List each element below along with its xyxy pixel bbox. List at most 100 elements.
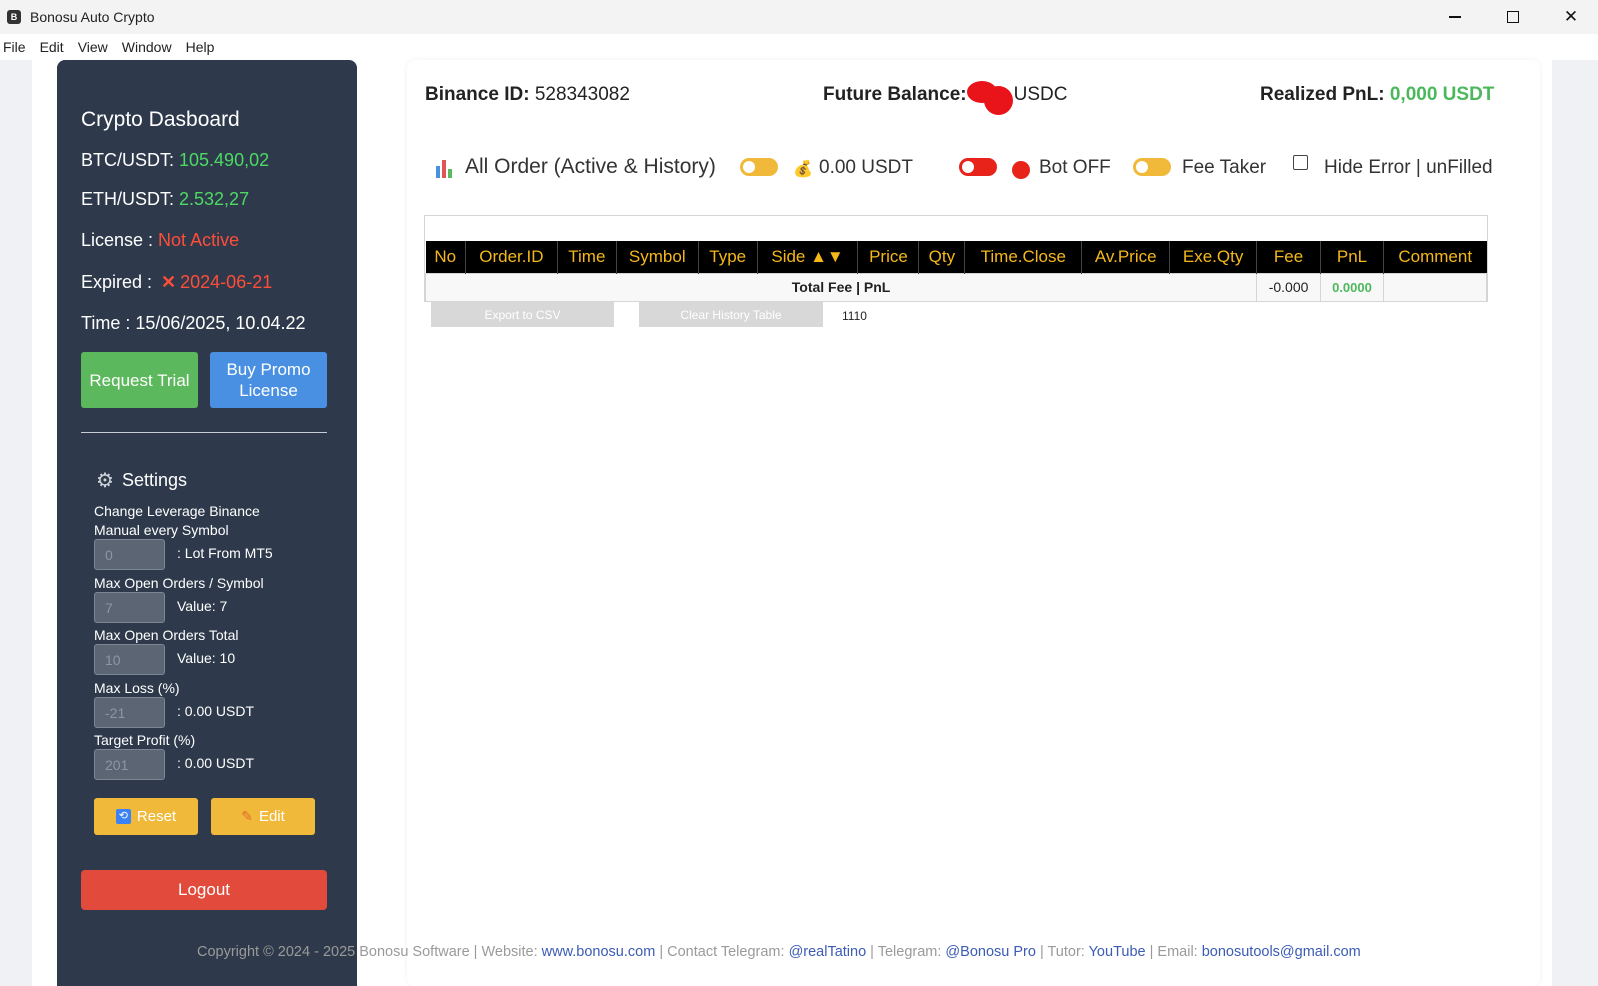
maximize-icon [1507, 11, 1519, 23]
reset-icon: ⟲ [115, 809, 131, 824]
fee-taker-toggle[interactable] [1133, 158, 1171, 176]
realized-pnl-value: 0,000 USDT [1389, 84, 1495, 105]
edit-button[interactable]: ✎ Edit [211, 798, 315, 835]
max-open-symbol-suffix: Value: 7 [177, 598, 228, 614]
future-balance-unit: USDC [1013, 84, 1068, 106]
total-comment [1382, 272, 1488, 302]
email-link[interactable]: bonosutools@gmail.com [1202, 944, 1361, 960]
export-csv-label: Export to CSV [484, 307, 561, 322]
table-total-row: Total Fee | PnL -0.000 0.0000 [424, 272, 1488, 302]
settings-title: Settings [121, 470, 187, 490]
maximize-button[interactable] [1484, 0, 1542, 34]
btc-label: BTC/USDT: [81, 150, 180, 170]
leverage-label: Change Leverage Binance Manual every Sym… [94, 503, 260, 538]
btc-price: BTC/USDT: 105.490,02 [81, 150, 269, 171]
col-symbol[interactable]: Symbol [616, 241, 699, 273]
youtube-link[interactable]: YouTube [1089, 944, 1146, 960]
menu-edit[interactable]: Edit [40, 39, 64, 55]
footer: Copyright © 2024 - 2025 Bonosu Software … [197, 944, 1361, 960]
col-time-close[interactable]: Time.Close [964, 241, 1083, 273]
minimize-icon [1449, 16, 1461, 18]
dashboard-title: Crypto Dasboard [81, 108, 240, 131]
lot-suffix: : Lot From MT5 [177, 545, 273, 561]
request-trial-button[interactable]: Request Trial [81, 352, 198, 408]
telegram-link[interactable]: @Bonosu Pro [945, 944, 1036, 960]
app-logo-icon: B [7, 10, 21, 24]
binance-id: Binance ID: 528343082 [425, 84, 630, 106]
col-exe-qty[interactable]: Exe.Qty [1169, 241, 1258, 273]
fee-taker-label: Fee Taker [1182, 157, 1267, 178]
col-side[interactable]: Side ▲▼ [757, 241, 859, 273]
gear-icon: ⚙ [96, 470, 114, 492]
bot-toggle[interactable] [959, 158, 997, 176]
target-profit-input[interactable]: 201 [94, 749, 165, 780]
sidebar-divider [81, 432, 327, 433]
realized-pnl: Realized PnL: 0,000 USDT [1260, 84, 1494, 106]
footer-copyright: Copyright © 2024 - 2025 Bonosu Software … [197, 944, 542, 960]
total-pnl: 0.0000 [1320, 272, 1384, 302]
record-count: 1110 [842, 309, 867, 323]
expired-value: 2024-06-21 [180, 272, 273, 292]
export-csv-button[interactable]: Export to CSV [431, 302, 614, 327]
main-panel: Binance ID: 528343082 Future Balance: USD… [407, 60, 1540, 986]
max-loss-input[interactable]: -21 [94, 697, 165, 728]
menu-bar: File Edit View Window Help [0, 34, 1598, 60]
menu-help[interactable]: Help [186, 39, 215, 55]
edit-label: Edit [258, 808, 285, 825]
max-open-total-suffix: Value: 10 [177, 650, 236, 666]
buy-promo-label: Buy Promo License [226, 360, 311, 400]
col-pnl[interactable]: PnL [1320, 241, 1384, 273]
cross-icon: ✕ [161, 272, 177, 292]
title-bar: B Bonosu Auto Crypto ✕ [0, 0, 1598, 34]
total-label: Total Fee | PnL [424, 272, 1258, 302]
amount-toggle[interactable] [740, 158, 778, 176]
close-button[interactable]: ✕ [1542, 0, 1598, 34]
menu-file[interactable]: File [3, 39, 26, 55]
menu-view[interactable]: View [78, 39, 108, 55]
logout-label: Logout [178, 880, 230, 899]
orders-table-container: No Order.ID Time Symbol Type Side ▲▼ Pri… [424, 215, 1488, 302]
reset-label: Reset [136, 808, 177, 825]
clear-history-label: Clear History Table [680, 307, 782, 322]
logout-button[interactable]: Logout [81, 870, 327, 910]
col-qty[interactable]: Qty [918, 241, 966, 273]
col-fee[interactable]: Fee [1256, 241, 1322, 273]
buy-promo-license-button[interactable]: Buy Promo License [210, 352, 327, 408]
hide-error-label: Hide Error | unFilled [1324, 157, 1493, 178]
reset-button[interactable]: ⟲ Reset [94, 798, 198, 835]
target-profit-suffix: : 0.00 USDT [177, 755, 255, 771]
clear-history-button[interactable]: Clear History Table [639, 302, 823, 327]
col-comment[interactable]: Comment [1383, 241, 1487, 273]
col-type[interactable]: Type [698, 241, 758, 273]
license-value: Not Active [158, 230, 240, 250]
col-av-price[interactable]: Av.Price [1081, 241, 1171, 273]
max-open-symbol-label: Max Open Orders / Symbol [94, 575, 264, 591]
realized-pnl-label: Realized PnL: [1260, 84, 1385, 105]
window-title: Bonosu Auto Crypto [30, 9, 155, 25]
website-link[interactable]: www.bonosu.com [542, 944, 656, 960]
contact-telegram-link[interactable]: @realTatino [789, 944, 867, 960]
bot-status: Bot OFF [1039, 157, 1111, 178]
expired-label: Expired : [81, 272, 158, 292]
current-time: Time : 15/06/2025, 10.04.22 [81, 313, 306, 333]
col-no[interactable]: No [425, 241, 466, 273]
eth-price: ETH/USDT: 2.532,27 [81, 189, 249, 210]
sidebar: Crypto Dasboard BTC/USDT: 105.490,02 ETH… [57, 60, 357, 986]
footer-contact-label: | Contact Telegram: [655, 944, 789, 960]
lot-input[interactable]: 0 [94, 539, 165, 570]
max-open-total-input[interactable]: 10 [94, 644, 165, 675]
pencil-icon: ✎ [241, 808, 253, 824]
menu-window[interactable]: Window [122, 39, 172, 55]
hide-error-checkbox[interactable] [1293, 155, 1308, 170]
max-open-symbol-input[interactable]: 7 [94, 592, 165, 623]
expiry-date: Expired : ✕ 2024-06-21 [81, 272, 272, 293]
minimize-button[interactable] [1426, 0, 1484, 34]
col-time[interactable]: Time [557, 241, 617, 273]
col-price[interactable]: Price [857, 241, 920, 273]
orders-title: All Order (Active & History) [465, 155, 716, 178]
eth-label: ETH/USDT: [81, 189, 180, 209]
bot-status-dot-icon [1012, 161, 1030, 179]
request-trial-label: Request Trial [89, 370, 190, 390]
max-open-total-label: Max Open Orders Total [94, 627, 239, 643]
col-order-id[interactable]: Order.ID [465, 241, 558, 273]
